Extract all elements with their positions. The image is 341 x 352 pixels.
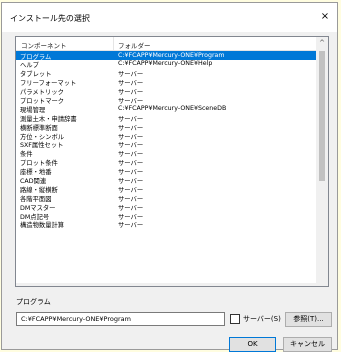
folder-path: サーバー <box>118 80 144 87</box>
folder-path: サーバー <box>118 186 144 194</box>
component-name: フリーフォーマット <box>20 80 77 87</box>
list-item[interactable]: DM点記号 サーバー <box>16 211 316 220</box>
list-item[interactable]: フリーフォーマット サーバー <box>16 78 316 87</box>
folder-path: サーバー <box>118 133 144 140</box>
list-item[interactable]: プログラム C:¥FCAPP¥Mercury-ONE¥Program <box>16 51 316 60</box>
folder-path: サーバー <box>118 124 144 132</box>
component-name: 座標・地番 <box>20 169 52 176</box>
list-item[interactable]: プロット条件 サーバー <box>16 158 316 167</box>
folder-path: サーバー <box>118 213 144 220</box>
folder-path: サーバー <box>118 71 144 78</box>
horizontal-scrollbar[interactable] <box>16 283 316 286</box>
list-item[interactable]: 測量土木・申請辞書 サーバー <box>16 113 316 122</box>
folder-path: サーバー <box>118 160 144 167</box>
program-path-field[interactable]: C:¥FCAPP¥Mercury-ONE¥Program <box>16 312 225 326</box>
folder-path: サーバー <box>118 97 144 105</box>
folder-path: サーバー <box>118 151 144 158</box>
list-item[interactable]: DMマスター サーバー <box>16 202 316 211</box>
ok-button[interactable]: OK <box>229 337 276 352</box>
list-item[interactable]: SXF属性セット サーバー <box>16 140 316 149</box>
list-item[interactable]: CAD関連 サーバー <box>16 175 316 184</box>
component-name: 各階平面図 <box>20 195 52 203</box>
component-name: プロットマーク <box>20 97 65 105</box>
component-name: CAD関連 <box>20 177 47 185</box>
list-item[interactable]: 各階平面図 サーバー <box>16 193 316 202</box>
list-rows: プログラム C:¥FCAPP¥Mercury-ONE¥Program ヘルプ C:¥F… <box>16 51 316 229</box>
folder-path: C:¥FCAPP¥Mercury-ONE¥Help <box>118 60 213 68</box>
dialog-title: インストール先の選択 <box>10 14 90 23</box>
install-destination-dialog: インストール先の選択 × コンポーネント フォルダー プログラム C:¥FCAPP… <box>1 2 338 352</box>
list-item[interactable]: 条件 サーバー <box>16 149 316 158</box>
list-header: コンポーネント フォルダー <box>16 37 316 51</box>
folder-path: C:¥FCAPP¥Mercury-ONE¥SceneDB <box>118 104 227 112</box>
column-header-folder[interactable]: フォルダー <box>118 40 151 50</box>
browse-button[interactable]: 参照(T)... <box>285 312 332 327</box>
list-item[interactable]: 構造物数量計算 サーバー <box>16 220 316 229</box>
list-item[interactable]: 座標・地番 サーバー <box>16 167 316 176</box>
component-name: 現場管理 <box>20 106 46 114</box>
column-header-component[interactable]: コンポーネント <box>21 40 67 50</box>
component-name: プロット条件 <box>20 160 58 167</box>
scrollbar-thumb[interactable] <box>319 51 325 181</box>
component-name: 構造物数量計算 <box>20 222 65 229</box>
list-item[interactable]: タブレット サーバー <box>16 69 316 78</box>
server-checkbox[interactable] <box>230 314 240 324</box>
close-icon[interactable]: × <box>319 11 331 23</box>
list-item[interactable]: ヘルプ C:¥FCAPP¥Mercury-ONE¥Help <box>16 60 316 69</box>
component-name: タブレット <box>20 71 52 78</box>
column-divider[interactable] <box>113 37 114 50</box>
server-checkbox-label[interactable]: サーバー(S) <box>243 314 281 324</box>
list-item[interactable]: 横断標準断面 サーバー <box>16 122 316 131</box>
component-name: SXF属性セット <box>20 142 64 149</box>
component-name: プログラム <box>20 53 52 60</box>
folder-path: サーバー <box>118 177 144 185</box>
folder-path: サーバー <box>118 115 144 123</box>
component-name: 測量土木・申請辞書 <box>20 115 77 123</box>
component-list[interactable]: コンポーネント フォルダー プログラム C:¥FCAPP¥Mercury-ONE¥… <box>15 36 329 287</box>
list-item[interactable]: 方位・シンボル サーバー <box>16 131 316 140</box>
list-item[interactable]: 現場管理 C:¥FCAPP¥Mercury-ONE¥SceneDB <box>16 104 316 113</box>
folder-path: サーバー <box>118 204 144 212</box>
component-name: DM点記号 <box>20 213 50 220</box>
component-name: ヘルプ <box>20 62 39 69</box>
folder-path: サーバー <box>118 169 144 176</box>
list-item[interactable]: プロットマーク サーバー <box>16 95 316 104</box>
program-label: プログラム <box>16 298 51 306</box>
scroll-up-icon[interactable]: ^ <box>316 37 328 49</box>
title-bar: インストール先の選択 × <box>2 3 337 32</box>
component-name: 条件 <box>20 151 33 158</box>
list-item[interactable]: 路線・縦横断 サーバー <box>16 184 316 193</box>
component-name: DMマスター <box>20 204 56 212</box>
cancel-button[interactable]: キャンセル <box>283 337 332 352</box>
folder-path: サーバー <box>118 195 144 203</box>
vertical-scrollbar[interactable]: ^ <box>316 37 328 286</box>
component-name: 横断標準断面 <box>20 124 58 132</box>
list-item[interactable]: パラメトリック サーバー <box>16 87 316 96</box>
folder-path: サーバー <box>118 142 144 149</box>
folder-path: サーバー <box>118 222 144 229</box>
component-name: パラメトリック <box>20 89 64 96</box>
folder-path: C:¥FCAPP¥Mercury-ONE¥Program <box>118 51 225 59</box>
component-name: 路線・縦横断 <box>20 186 58 194</box>
component-name: 方位・シンボル <box>20 133 65 140</box>
folder-path: サーバー <box>118 89 144 96</box>
